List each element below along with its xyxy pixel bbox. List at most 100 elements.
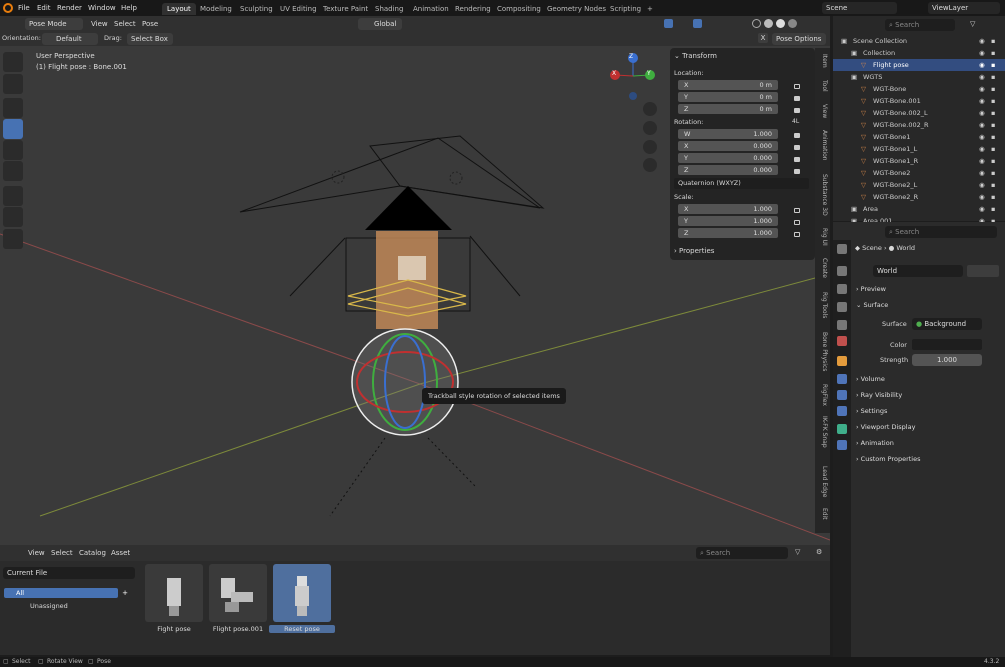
world-name-field[interactable]: World (873, 265, 963, 277)
outliner-row[interactable]: ▣ Area ◉ ▪ (833, 203, 1005, 215)
annotate-tool[interactable] (3, 186, 23, 206)
eye-icon[interactable]: ◉ (979, 119, 985, 131)
section-animation[interactable]: › Animation (856, 437, 1000, 450)
bone-constraints-tab-icon[interactable] (837, 440, 847, 450)
material-shading-icon[interactable] (776, 19, 785, 28)
add-workspace-button[interactable]: + (642, 3, 658, 15)
scale-x-field[interactable]: X 1.000 (678, 204, 778, 214)
rotate-tool[interactable] (3, 119, 23, 139)
outliner-row[interactable]: ▽ WGT-Bone2 ◉ ▪ (833, 167, 1005, 179)
scene-tab-icon[interactable] (837, 320, 847, 330)
lock-icon[interactable] (794, 96, 800, 101)
scale-y-field[interactable]: Y 1.000 (678, 216, 778, 226)
tab-animation[interactable]: Animation (408, 3, 454, 15)
eye-icon[interactable]: ◉ (979, 143, 985, 155)
transform-header[interactable]: ⌄ Transform (674, 52, 717, 60)
menu-pose[interactable]: Pose (142, 18, 158, 30)
menu-catalog[interactable]: Catalog (79, 547, 106, 559)
eye-icon[interactable]: ◉ (979, 107, 985, 119)
outliner-row[interactable]: ▽ WGT-Bone1 ◉ ▪ (833, 131, 1005, 143)
location-x-field[interactable]: X 0 m (678, 80, 778, 90)
section-volume[interactable]: › Volume (856, 373, 1000, 386)
tab-lead-edge[interactable]: Lead Edge (817, 466, 828, 497)
tab-scripting[interactable]: Scripting (605, 3, 646, 15)
pan-hand-icon[interactable] (643, 121, 657, 135)
camera-icon[interactable]: ▪ (991, 143, 995, 155)
filter-icon[interactable]: ▽ (795, 548, 805, 558)
lock-icon[interactable] (794, 84, 800, 89)
section-ray-visibility[interactable]: › Ray Visibility (856, 389, 1000, 402)
eye-icon[interactable]: ◉ (979, 131, 985, 143)
eye-icon[interactable]: ◉ (979, 155, 985, 167)
asset-label-selected[interactable]: Reset pose (269, 625, 335, 633)
camera-icon[interactable]: ▪ (991, 131, 995, 143)
asset-search-input[interactable]: ⌕ Search (696, 547, 788, 559)
section-viewport-display[interactable]: › Viewport Display (856, 421, 1000, 434)
camera-icon[interactable]: ▪ (991, 71, 995, 83)
color-field[interactable] (912, 339, 982, 350)
lock-icon[interactable] (794, 133, 800, 138)
catalog-all[interactable]: All (4, 588, 118, 598)
camera-icon[interactable]: ▪ (991, 155, 995, 167)
rotation-x-field[interactable]: X 0.000 (678, 141, 778, 151)
lock-icon[interactable] (794, 220, 800, 225)
lock-icon[interactable] (794, 232, 800, 237)
lock-icon[interactable] (794, 208, 800, 213)
camera-icon[interactable]: ▪ (991, 107, 995, 119)
outliner-row[interactable]: ▣ Collection ◉ ▪ (833, 47, 1005, 59)
tab-item[interactable]: Item (817, 54, 828, 68)
tab-rigflex[interactable]: RigFlex (817, 384, 828, 406)
eye-icon[interactable]: ◉ (979, 47, 985, 59)
eye-icon[interactable]: ◉ (979, 191, 985, 203)
section-custom-properties[interactable]: › Custom Properties (856, 453, 1000, 466)
camera-icon[interactable]: ▪ (991, 95, 995, 107)
menu-select[interactable]: Select (114, 18, 136, 30)
asset-label[interactable]: Flight pose.001 (205, 625, 271, 633)
camera-icon[interactable]: ▪ (991, 59, 995, 71)
bone-tool[interactable] (3, 229, 23, 249)
section-surface[interactable]: ⌄ Surface (856, 299, 1000, 312)
tool-tab-icon[interactable] (837, 244, 847, 254)
eye-icon[interactable]: ◉ (979, 95, 985, 107)
transform-tool[interactable] (3, 161, 23, 181)
cursor-tool[interactable] (3, 74, 23, 94)
rotation-4l-toggle[interactable]: 4L (792, 118, 799, 125)
gizmo-icon[interactable] (664, 19, 673, 28)
view-layer-selector[interactable]: ViewLayer (928, 2, 1000, 14)
world-tab-icon[interactable] (837, 336, 847, 346)
object-tab-icon[interactable] (837, 356, 847, 366)
constraints-tab-icon[interactable] (837, 406, 847, 416)
camera-icon[interactable]: ▪ (991, 179, 995, 191)
tab-geometry-nodes[interactable]: Geometry Nodes (542, 3, 611, 15)
library-dropdown[interactable]: Current File (3, 567, 135, 579)
tab-layout[interactable]: Layout (162, 3, 196, 15)
asset-thumbnail-selected[interactable] (273, 564, 331, 622)
menu-help[interactable]: Help (121, 2, 137, 14)
rotation-mode-dropdown[interactable]: Quaternion (WXYZ) (674, 178, 809, 189)
outliner-row[interactable]: ▽ WGT-Bone2_L ◉ ▪ (833, 179, 1005, 191)
menu-asset[interactable]: Asset (111, 547, 130, 559)
properties-search-input[interactable]: ⌕ Search (885, 226, 997, 238)
tab-texture-paint[interactable]: Texture Paint (318, 3, 373, 15)
menu-select[interactable]: Select (51, 547, 73, 559)
view-layer-tab-icon[interactable] (837, 302, 847, 312)
eye-icon[interactable]: ◉ (979, 203, 985, 215)
lock-icon[interactable] (794, 157, 800, 162)
filter-icon[interactable]: ▽ (970, 20, 980, 29)
armature-tab-icon[interactable] (837, 424, 847, 434)
lock-icon[interactable] (794, 145, 800, 150)
tab-substance-3d[interactable]: Substance 3D (817, 174, 828, 216)
outliner-search-input[interactable]: ⌕ Search (885, 19, 955, 31)
tab-modeling[interactable]: Modeling (195, 3, 237, 15)
outliner-row[interactable]: ▽ WGT-Bone2_R ◉ ▪ (833, 191, 1005, 203)
outliner-row[interactable]: ▽ WGT-Bone.001 ◉ ▪ (833, 95, 1005, 107)
camera-icon[interactable]: ▪ (991, 203, 995, 215)
eye-icon[interactable]: ◉ (979, 35, 985, 47)
surface-shader-dropdown[interactable]: ● Background (912, 318, 982, 330)
rotation-z-field[interactable]: Z 0.000 (678, 165, 778, 175)
zoom-icon[interactable] (643, 102, 657, 116)
add-catalog-button[interactable]: + (120, 588, 130, 598)
solid-shading-icon[interactable] (764, 19, 773, 28)
rotation-y-field[interactable]: Y 0.000 (678, 153, 778, 163)
asset-thumbnail[interactable] (145, 564, 203, 622)
